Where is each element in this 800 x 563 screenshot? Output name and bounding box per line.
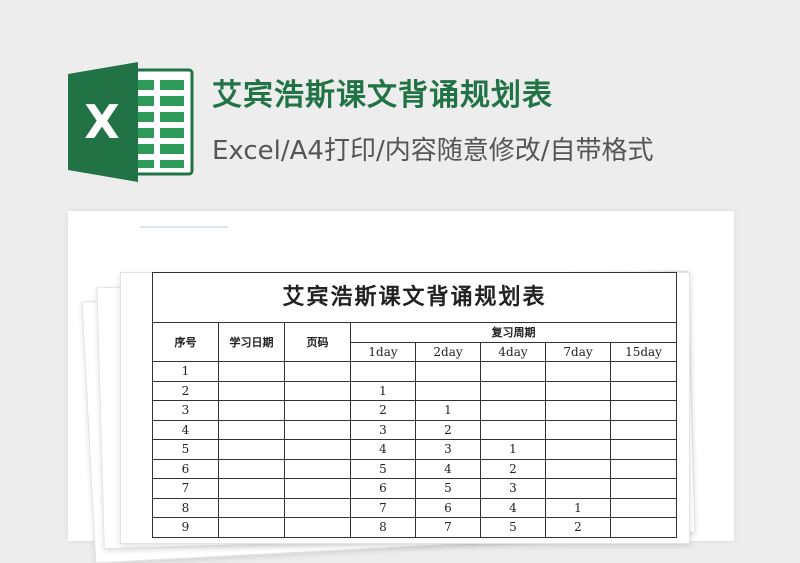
cell-seq: 9: [152, 517, 219, 538]
cell-date: [218, 517, 285, 538]
cell-1day: 6: [350, 478, 416, 499]
cell-7day: [545, 380, 611, 401]
table-row: 9 8 7 5 2: [152, 517, 678, 538]
review-plan-table: 艾宾浩斯课文背诵规划表 序号 学习日期 页码 复习周期 1day 2day 4d…: [151, 272, 678, 538]
col-header-day: 2day: [415, 341, 481, 362]
sheet-caption: 艾宾浩斯课文背诵规划表: [151, 272, 678, 323]
cell-7day: [545, 419, 611, 440]
cell-7day: [545, 439, 611, 460]
cell-15day: [609, 439, 678, 460]
cell-15day: [609, 400, 678, 421]
col-header-review: 复习周期: [349, 322, 678, 343]
page-title: 艾宾浩斯课文背诵规划表: [212, 78, 553, 113]
table-row: 2 1: [152, 380, 678, 401]
col-header-date: 学习日期: [218, 322, 285, 362]
col-header-day: 7day: [545, 341, 611, 362]
cell-page: [284, 458, 351, 479]
cell-1day: 4: [350, 439, 416, 460]
table-row: 7 6 5 3: [152, 478, 678, 499]
cell-7day: [545, 361, 611, 382]
table-row: 4 3 2: [152, 419, 678, 440]
cell-seq: 3: [152, 400, 219, 421]
cell-4day: [480, 419, 546, 440]
cell-7day: [545, 458, 611, 479]
cell-seq: 4: [152, 419, 219, 440]
col-header-day: 15day: [609, 341, 678, 362]
cell-page: [284, 380, 351, 401]
page-subtitle: Excel/A4打印/内容随意修改/自带格式: [212, 136, 654, 166]
cell-date: [218, 497, 285, 518]
cell-2day: [415, 361, 481, 382]
cell-page: [284, 517, 351, 538]
cell-1day: 8: [350, 517, 416, 538]
logo-letter: X: [84, 95, 119, 149]
cell-date: [218, 361, 285, 382]
cell-page: [284, 400, 351, 421]
cell-4day: [480, 400, 546, 421]
cell-date: [218, 478, 285, 499]
cell-page: [284, 478, 351, 499]
cell-15day: [609, 380, 678, 401]
cell-15day: [609, 458, 678, 479]
cell-seq: 6: [152, 458, 219, 479]
cell-page: [284, 361, 351, 382]
cell-4day: 3: [480, 478, 546, 499]
cell-15day: [609, 517, 678, 538]
cell-date: [218, 400, 285, 421]
cell-1day: [350, 361, 416, 382]
cell-15day: [609, 419, 678, 440]
cell-2day: 3: [415, 439, 481, 460]
col-header-day: 1day: [350, 341, 416, 362]
cell-2day: 6: [415, 497, 481, 518]
cell-4day: [480, 380, 546, 401]
cell-4day: 2: [480, 458, 546, 479]
cell-page: [284, 439, 351, 460]
cell-2day: 1: [415, 400, 481, 421]
cell-15day: [609, 478, 678, 499]
cell-date: [218, 439, 285, 460]
cell-seq: 8: [152, 497, 219, 518]
cell-2day: 7: [415, 517, 481, 538]
cell-1day: 3: [350, 419, 416, 440]
col-header-page: 页码: [284, 322, 351, 362]
excel-logo-icon: X: [68, 62, 194, 182]
cell-1day: 2: [350, 400, 416, 421]
cell-2day: [415, 380, 481, 401]
cell-seq: 1: [152, 361, 219, 382]
cell-date: [218, 380, 285, 401]
cell-page: [284, 497, 351, 518]
table-row: 5 4 3 1: [152, 439, 678, 460]
cell-15day: [609, 361, 678, 382]
cell-7day: 2: [545, 517, 611, 538]
cell-7day: [545, 478, 611, 499]
cell-4day: 1: [480, 439, 546, 460]
cell-seq: 7: [152, 478, 219, 499]
card-accent-line: [140, 226, 228, 228]
cell-1day: 1: [350, 380, 416, 401]
cell-2day: 4: [415, 458, 481, 479]
cell-15day: [609, 497, 678, 518]
cell-1day: 5: [350, 458, 416, 479]
cell-7day: 1: [545, 497, 611, 518]
cell-4day: [480, 361, 546, 382]
col-header-day: 4day: [480, 341, 546, 362]
table-row: 8 7 6 4 1: [152, 497, 678, 518]
cell-2day: 5: [415, 478, 481, 499]
worksheet-preview: 艾宾浩斯课文背诵规划表 序号 学习日期 页码 复习周期 1day 2day 4d…: [151, 272, 678, 538]
cell-2day: 2: [415, 419, 481, 440]
cell-seq: 2: [152, 380, 219, 401]
table-row: 1: [152, 361, 678, 382]
table-row: 6 5 4 2: [152, 458, 678, 479]
cell-page: [284, 419, 351, 440]
cell-4day: 5: [480, 517, 546, 538]
cell-date: [218, 458, 285, 479]
col-header-seq: 序号: [152, 322, 219, 362]
table-row: 3 2 1: [152, 400, 678, 421]
cell-seq: 5: [152, 439, 219, 460]
cell-1day: 7: [350, 497, 416, 518]
cell-7day: [545, 400, 611, 421]
cell-4day: 4: [480, 497, 546, 518]
cell-date: [218, 419, 285, 440]
